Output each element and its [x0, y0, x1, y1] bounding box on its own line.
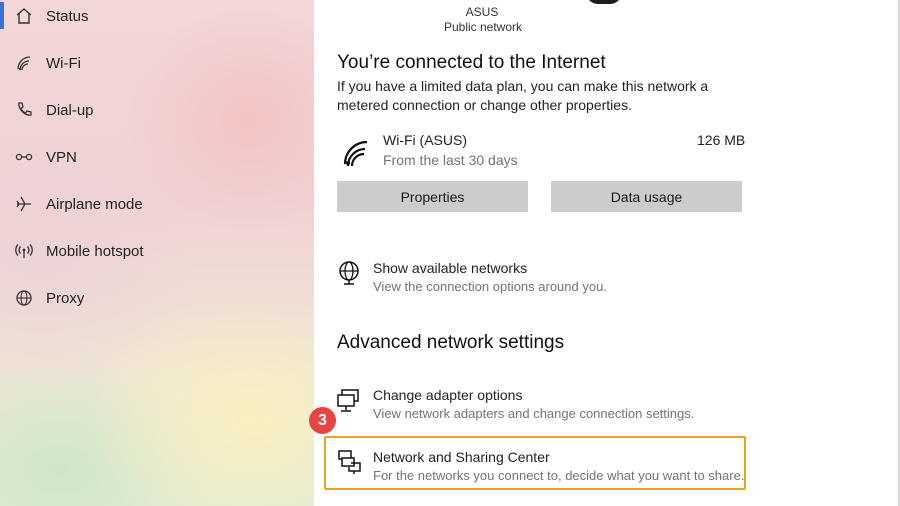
network-name: ASUS	[465, 5, 499, 19]
network-sharing-center-subtitle: For the networks you connect to, decide …	[373, 468, 745, 483]
sharing-center-icon	[338, 450, 361, 474]
change-adapter-options-link[interactable]: Change adapter options	[373, 387, 522, 403]
network-sharing-center-link[interactable]: Network and Sharing Center	[373, 449, 550, 465]
adapter-name: Wi-Fi (ASUS)	[383, 132, 467, 148]
vpn-icon	[14, 147, 34, 167]
hotspot-icon	[14, 241, 34, 261]
wifi-icon	[14, 53, 34, 73]
sidebar-item-label: Status	[46, 7, 89, 25]
connection-description-line1: If you have a limited data plan, you can…	[337, 78, 709, 94]
connection-heading: You’re connected to the Internet	[337, 52, 606, 73]
sidebar-item-label: Proxy	[46, 289, 85, 307]
sidebar-item-dialup[interactable]: Dial-up	[0, 90, 314, 130]
data-usage-button[interactable]: Data usage	[551, 181, 742, 212]
sidebar-item-label: Mobile hotspot	[46, 242, 144, 260]
airplane-icon	[14, 194, 34, 214]
change-adapter-options-subtitle: View network adapters and change connect…	[373, 406, 695, 421]
usage-amount: 126 MB	[697, 132, 746, 148]
navigation-sidebar: Status Wi-Fi Dial-up VPN Airplane mode M…	[0, 0, 314, 506]
advanced-heading: Advanced network settings	[337, 332, 565, 353]
sidebar-item-label: Airplane mode	[46, 195, 143, 213]
globe-network-icon	[339, 261, 359, 285]
sidebar-item-mobile-hotspot[interactable]: Mobile hotspot	[0, 231, 314, 271]
show-networks-subtitle: View the connection options around you.	[373, 279, 607, 294]
sidebar-item-proxy[interactable]: Proxy	[0, 278, 314, 318]
adapter-icon	[337, 389, 359, 412]
main-content	[314, 0, 900, 506]
home-icon	[14, 6, 34, 26]
sidebar-item-vpn[interactable]: VPN	[0, 137, 314, 177]
properties-button[interactable]: Properties	[337, 181, 528, 212]
sidebar-item-wifi[interactable]: Wi-Fi	[0, 43, 314, 83]
sidebar-item-label: Dial-up	[46, 101, 94, 119]
sidebar-item-airplane-mode[interactable]: Airplane mode	[0, 184, 314, 224]
connection-description-line2: metered connection or change other prope…	[337, 97, 632, 113]
show-networks-link[interactable]: Show available networks	[373, 260, 527, 276]
sidebar-item-label: VPN	[46, 148, 77, 166]
network-type: Public network	[443, 20, 523, 34]
phone-icon	[14, 100, 34, 120]
globe-icon	[14, 288, 34, 308]
usage-period: From the last 30 days	[383, 152, 518, 168]
wifi-icon	[343, 140, 368, 167]
sidebar-item-label: Wi-Fi	[46, 54, 81, 72]
sidebar-item-status[interactable]: Status	[0, 0, 314, 36]
step-number-badge: 3	[309, 407, 336, 434]
